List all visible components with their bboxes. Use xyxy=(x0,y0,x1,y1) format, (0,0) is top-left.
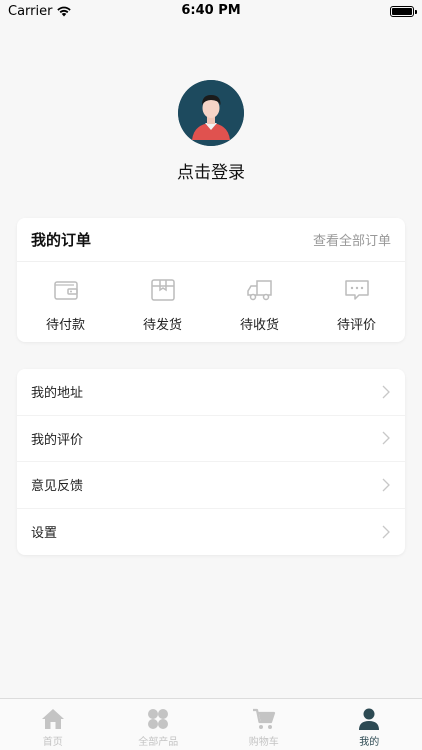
package-icon xyxy=(150,279,175,301)
order-label: 待付款 xyxy=(45,318,85,333)
tab-bar: 首页 全部产品 购物车 我的 xyxy=(0,698,422,750)
chevron-right-icon xyxy=(382,478,390,492)
orders-card: 我的订单 查看全部订单 待付款 待发货 待收货 待评价 xyxy=(17,218,405,342)
menu-item-feedback[interactable]: 意见反馈 xyxy=(17,462,405,509)
order-status-row: 待付款 待发货 待收货 待评价 xyxy=(17,262,405,333)
tab-all-products[interactable]: 全部产品 xyxy=(108,699,208,750)
order-pending-receipt[interactable]: 待收货 xyxy=(220,276,300,333)
user-avatar-icon[interactable] xyxy=(178,80,244,146)
orders-title: 我的订单 xyxy=(31,231,92,249)
menu-card: 我的地址 我的评价 意见反馈 设置 xyxy=(17,369,405,555)
profile-section[interactable]: 点击登录 xyxy=(0,80,422,183)
order-pending-payment[interactable]: 待付款 xyxy=(26,276,106,333)
order-label: 待评价 xyxy=(336,318,376,333)
view-all-orders-link[interactable]: 查看全部订单 xyxy=(313,230,391,249)
status-bar: Carrier 6:40 PM xyxy=(0,0,422,22)
tab-label: 全部产品 xyxy=(138,737,179,748)
menu-label: 意见反馈 xyxy=(31,479,84,495)
order-label: 待收货 xyxy=(239,318,279,333)
order-pending-review[interactable]: 待评价 xyxy=(317,276,397,333)
chevron-right-icon xyxy=(382,385,390,399)
order-label: 待发货 xyxy=(142,318,182,333)
cart-icon xyxy=(252,708,275,729)
tab-label: 购物车 xyxy=(248,737,279,748)
status-left: Carrier xyxy=(8,4,72,19)
chevron-right-icon xyxy=(382,525,390,539)
tab-home[interactable]: 首页 xyxy=(3,699,103,750)
wallet-icon xyxy=(53,281,78,300)
menu-label: 我的地址 xyxy=(31,386,84,402)
order-pending-shipment[interactable]: 待发货 xyxy=(123,276,203,333)
battery-icon xyxy=(390,5,417,17)
login-prompt[interactable]: 点击登录 xyxy=(177,158,245,183)
menu-item-reviews[interactable]: 我的评价 xyxy=(17,416,405,462)
tab-mine[interactable]: 我的 xyxy=(319,699,419,750)
carrier-label: Carrier xyxy=(8,3,53,19)
truck-icon xyxy=(246,280,272,301)
home-icon xyxy=(41,709,64,729)
wifi-icon xyxy=(57,6,72,17)
user-icon xyxy=(359,708,380,730)
tab-label: 我的 xyxy=(359,737,380,748)
menu-item-settings[interactable]: 设置 xyxy=(17,509,405,556)
chevron-right-icon xyxy=(382,431,390,445)
grid-icon xyxy=(148,709,169,729)
tab-label: 首页 xyxy=(42,737,63,748)
orders-header: 我的订单 查看全部订单 xyxy=(17,218,405,262)
menu-item-address[interactable]: 我的地址 xyxy=(17,369,405,416)
menu-label: 我的评价 xyxy=(31,432,84,448)
comment-icon xyxy=(344,280,369,300)
menu-label: 设置 xyxy=(31,526,58,542)
tab-cart[interactable]: 购物车 xyxy=(214,699,314,750)
